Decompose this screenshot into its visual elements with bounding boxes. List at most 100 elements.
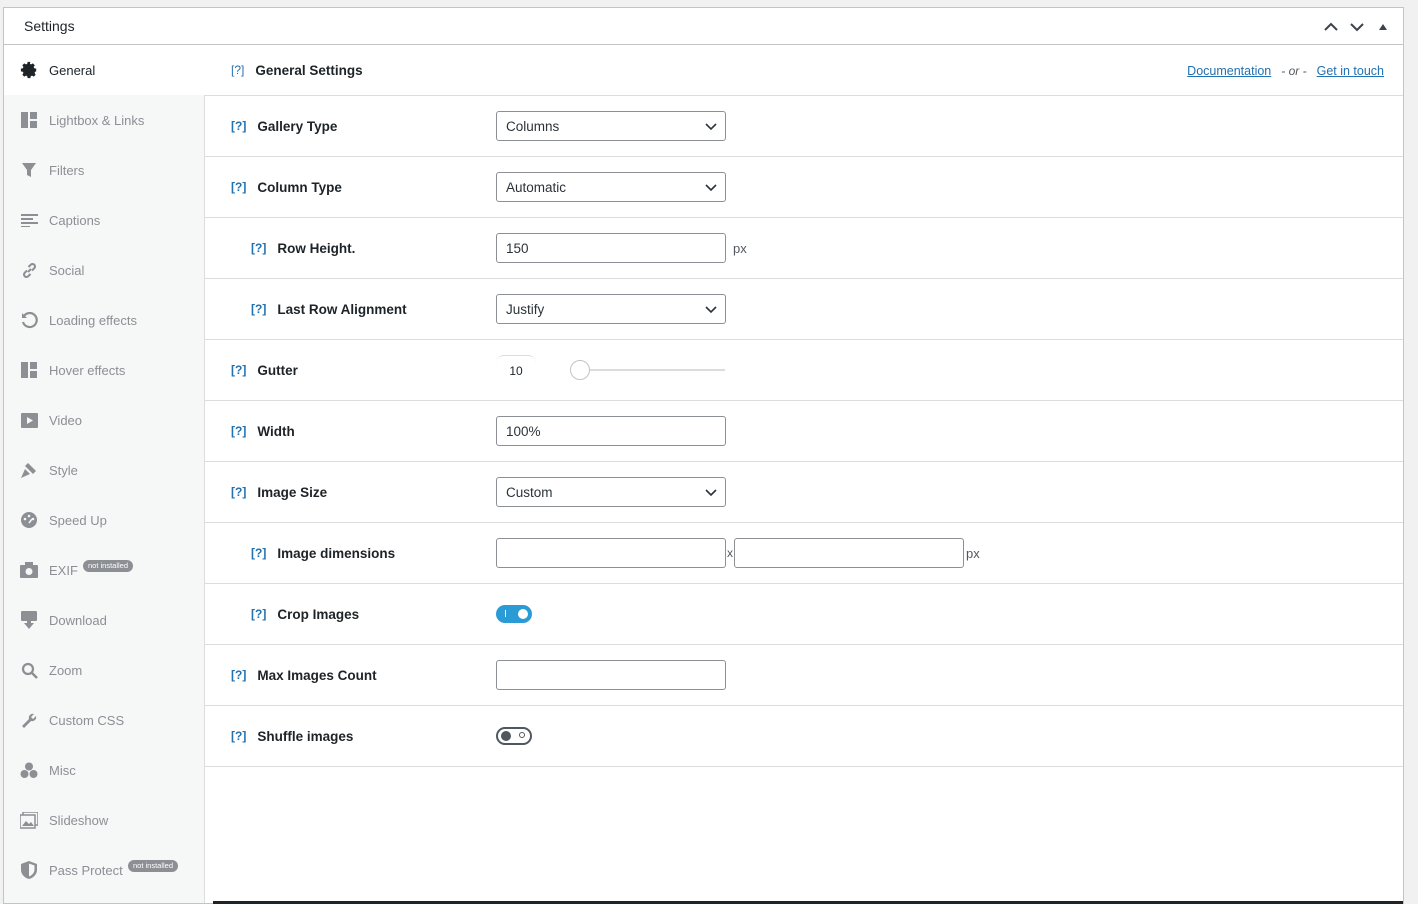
max-images-count-input[interactable]: [496, 660, 726, 690]
content-header: [?] General Settings Documentation - or …: [205, 45, 1403, 96]
toggle-panel-button[interactable]: [1373, 17, 1393, 37]
sidebar-item-misc[interactable]: Misc: [4, 745, 204, 795]
shuffle-images-toggle[interactable]: [496, 727, 532, 745]
row-width: [?] Width 100%: [205, 401, 1403, 462]
video-icon: [20, 411, 38, 429]
search-icon: [20, 661, 38, 679]
width-input[interactable]: 100%: [496, 416, 726, 446]
unit-label: px: [733, 240, 747, 256]
row-row-height: [?] Row Height. 150 px: [205, 218, 1403, 279]
sidebar-item-download[interactable]: Download: [4, 595, 204, 645]
header-links: Documentation - or - Get in touch: [1187, 45, 1384, 96]
dimension-separator: x: [727, 546, 733, 560]
sidebar-item-filters[interactable]: Filters: [4, 145, 204, 195]
label-image-dimensions: [?] Image dimensions: [251, 546, 395, 561]
field-label: Row Height.: [277, 240, 356, 256]
field-label: Gallery Type: [257, 118, 338, 134]
sidebar-item-zoom[interactable]: Zoom: [4, 645, 204, 695]
crop-images-toggle[interactable]: [496, 605, 532, 623]
sidebar-item-style[interactable]: Style: [4, 445, 204, 495]
label-image-size: [?] Image Size: [231, 485, 327, 500]
sidebar-item-general[interactable]: General: [4, 45, 205, 95]
sidebar-item-exif[interactable]: EXIF not installed: [4, 545, 204, 595]
sidebar-item-custom-css[interactable]: Custom CSS: [4, 695, 204, 745]
row-shuffle-images: [?] Shuffle images: [205, 706, 1403, 767]
chevron-down-icon: [705, 123, 717, 131]
settings-content: [?] General Settings Documentation - or …: [205, 45, 1403, 903]
row-gutter: [?] Gutter 10: [205, 340, 1403, 401]
panel-controls: [1321, 8, 1393, 45]
sidebar-item-social[interactable]: Social: [4, 245, 204, 295]
sidebar-item-label: Lightbox & Links: [49, 112, 145, 128]
documentation-link[interactable]: Documentation: [1187, 64, 1271, 78]
select-value: Custom: [506, 484, 553, 500]
help-link[interactable]: [?]: [251, 546, 266, 560]
slides-icon: [20, 811, 38, 829]
help-link[interactable]: [?]: [231, 180, 246, 194]
slider-handle[interactable]: [570, 360, 590, 380]
toggle-mark: [519, 732, 525, 738]
grid-icon: [20, 361, 38, 379]
settings-panel: Settings General Lightbox & Links Filters C…: [3, 7, 1404, 904]
select-value: Columns: [506, 118, 560, 134]
help-link[interactable]: [?]: [231, 668, 246, 682]
sidebar-item-label: Slideshow: [49, 812, 109, 828]
link-icon: [20, 261, 38, 279]
shield-icon: [20, 861, 38, 879]
sidebar-item-label: Social: [49, 262, 85, 278]
sidebar-item-hover-effects[interactable]: Hover effects: [4, 345, 204, 395]
label-gutter: [?] Gutter: [231, 363, 298, 378]
image-height-input[interactable]: [734, 538, 964, 568]
field-label: Last Row Alignment: [277, 301, 407, 317]
sidebar-item-pass-protect[interactable]: Pass Protect not installed: [4, 845, 204, 895]
help-link[interactable]: [?]: [231, 729, 246, 743]
help-link[interactable]: [?]: [231, 119, 246, 133]
gallery-type-select[interactable]: Columns: [496, 111, 726, 141]
label-row-height: [?] Row Height.: [251, 241, 355, 256]
field-label: Column Type: [257, 179, 342, 195]
label-crop-images: [?] Crop Images: [251, 607, 359, 622]
image-width-input[interactable]: [496, 538, 726, 568]
chevron-down-icon: [705, 306, 717, 314]
sidebar-item-label: General: [49, 62, 96, 78]
select-value: Justify: [506, 301, 545, 317]
row-max-images-count: [?] Max Images Count: [205, 645, 1403, 706]
sidebar-item-lightbox-links[interactable]: Lightbox & Links: [4, 95, 204, 145]
sidebar-item-loading-effects[interactable]: Loading effects: [4, 295, 204, 345]
status-badge: not installed: [83, 560, 134, 572]
last-row-alignment-select[interactable]: Justify: [496, 294, 726, 324]
help-link[interactable]: [?]: [231, 485, 246, 499]
sidebar-item-speed-up[interactable]: Speed Up: [4, 495, 204, 545]
move-down-button[interactable]: [1347, 17, 1367, 37]
get-in-touch-link[interactable]: Get in touch: [1317, 64, 1384, 78]
column-type-select[interactable]: Automatic: [496, 172, 726, 202]
sidebar-item-label: Filters: [49, 162, 85, 178]
triangle-up-icon: [1379, 23, 1387, 30]
circles-icon: [20, 761, 38, 779]
help-link[interactable]: [?]: [231, 63, 244, 77]
toggle-mark: [505, 610, 506, 617]
sidebar-item-video[interactable]: Video: [4, 395, 204, 445]
help-link[interactable]: [?]: [251, 302, 266, 316]
label-column-type: [?] Column Type: [231, 180, 342, 195]
row-height-input[interactable]: 150: [496, 233, 726, 263]
captions-icon: [20, 211, 38, 229]
sidebar-item-label: EXIF: [49, 562, 78, 578]
help-link[interactable]: [?]: [251, 241, 266, 255]
sidebar-item-captions[interactable]: Captions: [4, 195, 204, 245]
sidebar-item-label: Misc: [49, 762, 76, 778]
help-link[interactable]: [?]: [251, 607, 266, 621]
grid-icon: [20, 111, 38, 129]
refresh-icon: [20, 311, 38, 329]
sidebar-item-label: Download: [49, 612, 107, 628]
help-link[interactable]: [?]: [231, 424, 246, 438]
image-size-select[interactable]: Custom: [496, 477, 726, 507]
chevron-down-icon: [1350, 22, 1364, 31]
sidebar-item-slideshow[interactable]: Slideshow: [4, 795, 204, 845]
sidebar-item-label: Zoom: [49, 662, 83, 678]
panel-header: Settings: [4, 8, 1403, 45]
gutter-slider[interactable]: [570, 360, 725, 380]
move-up-button[interactable]: [1321, 17, 1341, 37]
help-link[interactable]: [?]: [231, 363, 246, 377]
gutter-input[interactable]: 10: [496, 355, 536, 385]
